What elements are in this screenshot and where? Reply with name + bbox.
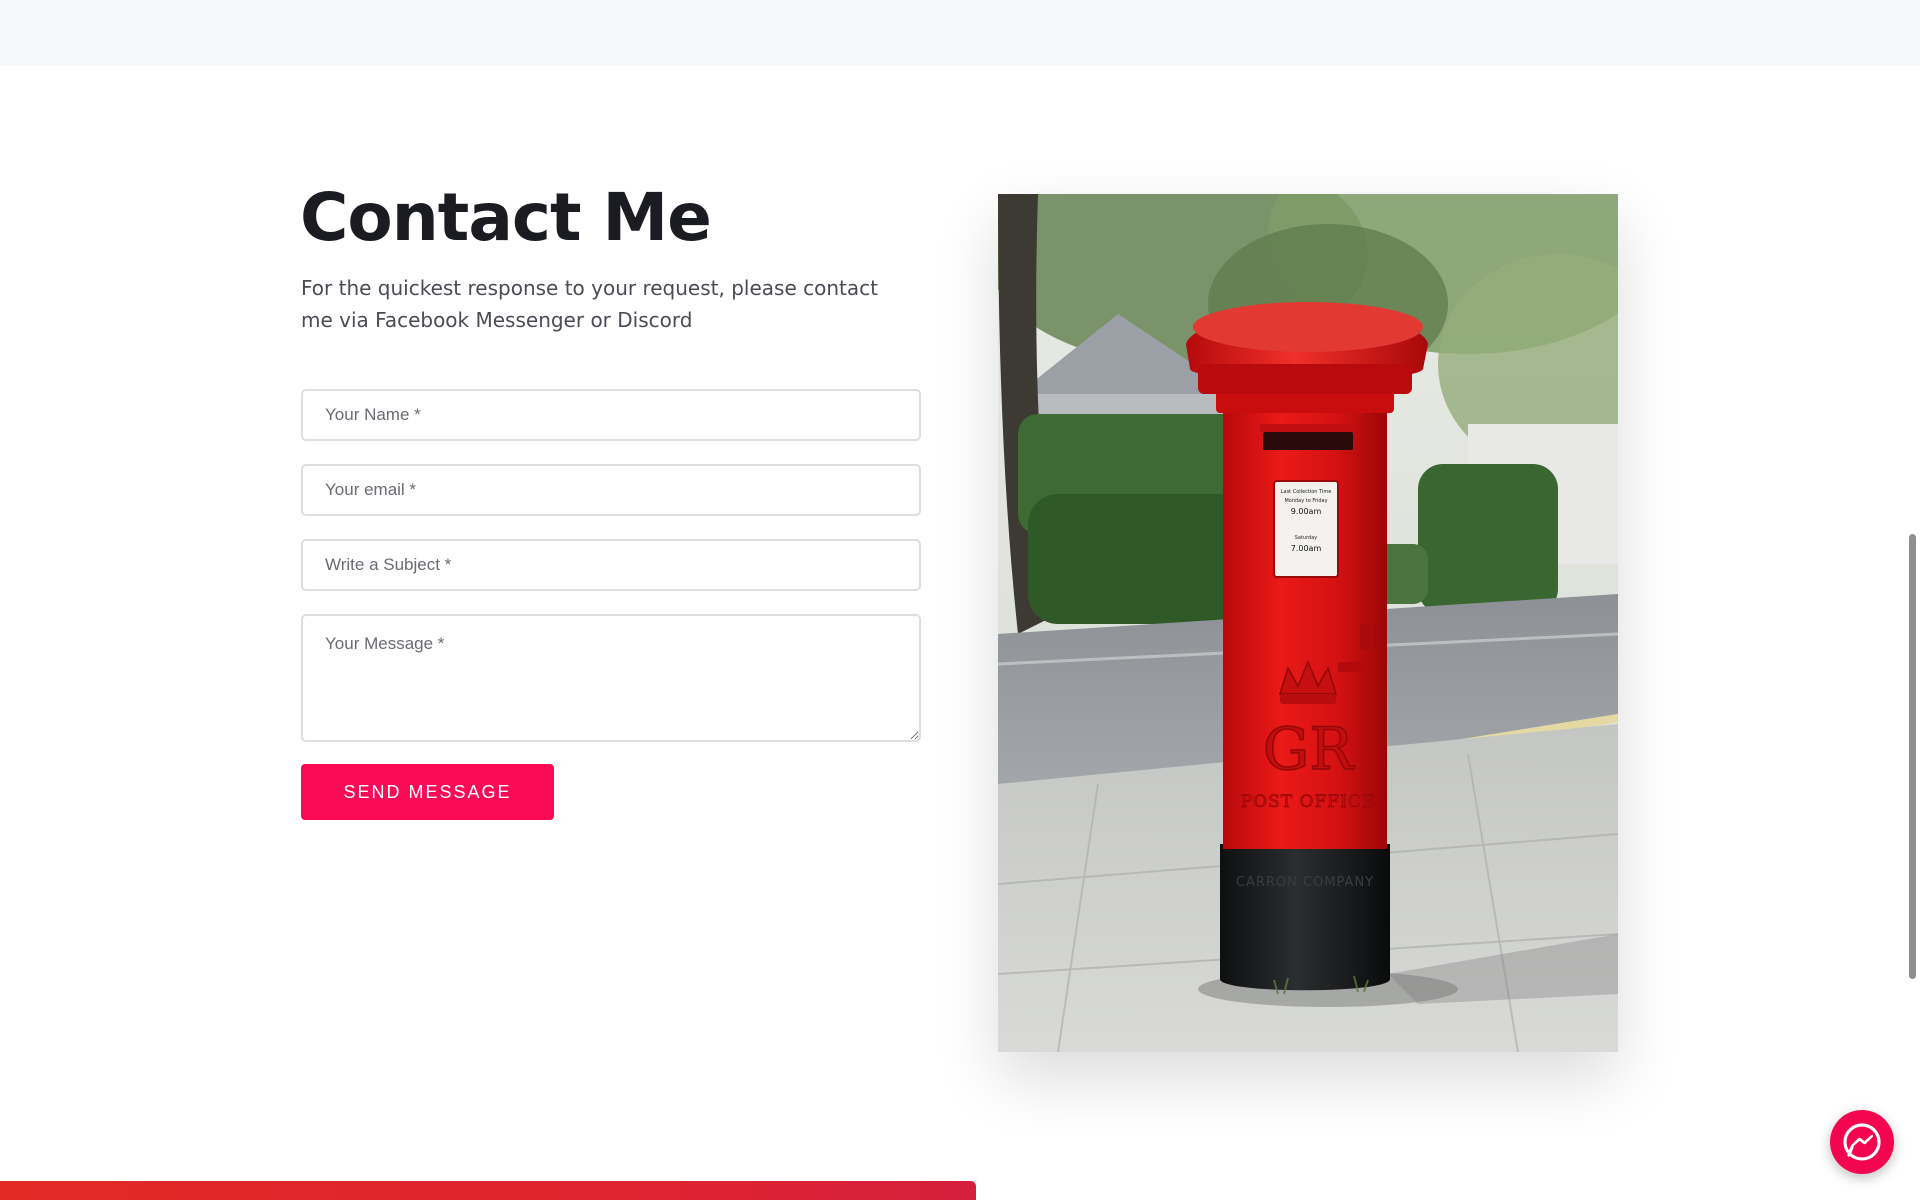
notice-saturday-label: Saturday: [1295, 535, 1318, 541]
contact-description: For the quickest response to your reques…: [301, 276, 878, 332]
name-field[interactable]: [301, 389, 921, 441]
notice-saturday-time: 7.00am: [1291, 544, 1322, 553]
messenger-chat-button[interactable]: [1830, 1110, 1894, 1174]
notice-weekday-label: Monday to Friday: [1284, 498, 1327, 504]
email-field[interactable]: [301, 464, 921, 516]
base-inscription: CARRON COMPANY: [1236, 875, 1374, 890]
subject-field[interactable]: [301, 539, 921, 591]
notice-weekday-time: 9.00am: [1291, 507, 1322, 516]
message-field[interactable]: [301, 614, 921, 742]
notice-heading: Last Collection Time: [1281, 489, 1332, 495]
embossed-cipher: GR: [1263, 715, 1355, 783]
messenger-icon: [1843, 1123, 1881, 1161]
top-band: [0, 0, 1920, 66]
post-box-illustration: CARRON COMPANY Last Collection Time Mond…: [998, 194, 1618, 1052]
send-message-button[interactable]: SEND MESSAGE: [301, 764, 554, 820]
embossed-post-office: POST OFFICE: [1241, 792, 1375, 812]
page-scrollbar-thumb[interactable]: [1909, 534, 1916, 979]
page-title: Contact Me: [300, 179, 712, 256]
bottom-gradient-bar: [0, 1181, 976, 1200]
post-box-photo: CARRON COMPANY Last Collection Time Mond…: [998, 194, 1618, 1052]
contact-section: [0, 66, 1920, 1200]
